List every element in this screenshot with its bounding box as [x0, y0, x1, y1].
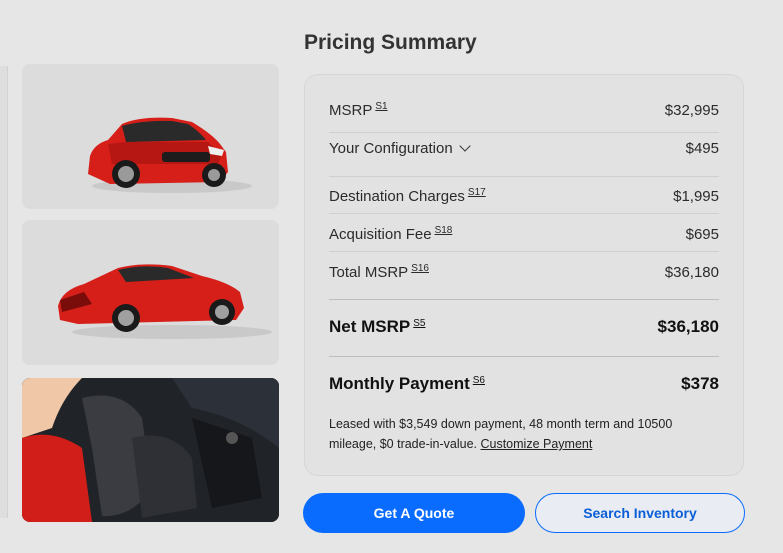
search-inventory-button[interactable]: Search Inventory	[535, 493, 745, 533]
divider	[329, 356, 719, 357]
net-msrp-row: Net MSRP S5 $36,180	[329, 317, 719, 337]
destination-label: Destination Charges	[329, 188, 465, 205]
vehicle-thumbnail-front[interactable]	[22, 64, 279, 209]
destination-value: $1,995	[673, 188, 719, 205]
destination-footnote-link[interactable]: S17	[468, 187, 486, 198]
net-msrp-footnote-link[interactable]: S5	[413, 318, 425, 329]
car-rear-image	[58, 264, 272, 339]
msrp-row: MSRP S1 $32,995	[329, 101, 719, 119]
total-msrp-value: $36,180	[664, 264, 719, 281]
msrp-label: MSRP	[329, 102, 373, 119]
divider	[329, 176, 719, 177]
divider	[329, 299, 719, 300]
configuration-row: Your Configuration $495	[329, 140, 719, 157]
vehicle-thumbnail-interior[interactable]	[22, 378, 279, 522]
total-msrp-row: Total MSRP S16 $36,180	[329, 263, 719, 281]
acquisition-footnote-link[interactable]: S18	[435, 225, 453, 236]
divider	[329, 132, 719, 133]
vehicle-thumbnail-rear[interactable]	[22, 220, 279, 365]
configuration-value: $495	[685, 140, 719, 157]
monthly-payment-label: Monthly Payment	[329, 374, 470, 393]
monthly-payment-row: Monthly Payment S6 $378	[329, 374, 719, 394]
pricing-summary-card: MSRP S1 $32,995 Your Configuration $495 D…	[304, 74, 744, 476]
destination-row: Destination Charges S17 $1,995	[329, 187, 719, 205]
msrp-value: $32,995	[664, 102, 719, 119]
car-front-image	[88, 117, 252, 193]
acquisition-value: $695	[685, 226, 719, 243]
total-msrp-footnote-link[interactable]: S16	[411, 263, 429, 274]
lease-terms-note: Leased with $3,549 down payment, 48 mont…	[329, 414, 719, 454]
net-msrp-value: $36,180	[657, 317, 719, 336]
page-title: Pricing Summary	[304, 31, 477, 54]
chevron-down-icon	[459, 140, 471, 152]
pricing-page: Pricing Summary MSRP S1 $32,995 Your Conf…	[0, 0, 783, 553]
configuration-toggle[interactable]: Your Configuration	[329, 140, 471, 157]
divider	[329, 251, 719, 252]
previous-panel-edge	[0, 66, 8, 518]
monthly-payment-footnote-link[interactable]: S6	[473, 375, 485, 386]
car-interior-image	[22, 378, 279, 522]
customize-payment-link[interactable]: Customize Payment	[480, 437, 592, 451]
acquisition-label: Acquisition Fee	[329, 226, 432, 243]
acquisition-row: Acquisition Fee S18 $695	[329, 225, 719, 243]
divider	[329, 213, 719, 214]
msrp-footnote-link[interactable]: S1	[375, 101, 387, 112]
monthly-payment-value: $378	[681, 374, 719, 393]
get-a-quote-button[interactable]: Get A Quote	[303, 493, 525, 533]
total-msrp-label: Total MSRP	[329, 264, 409, 281]
configuration-label: Your Configuration	[329, 140, 453, 157]
net-msrp-label: Net MSRP	[329, 317, 411, 336]
